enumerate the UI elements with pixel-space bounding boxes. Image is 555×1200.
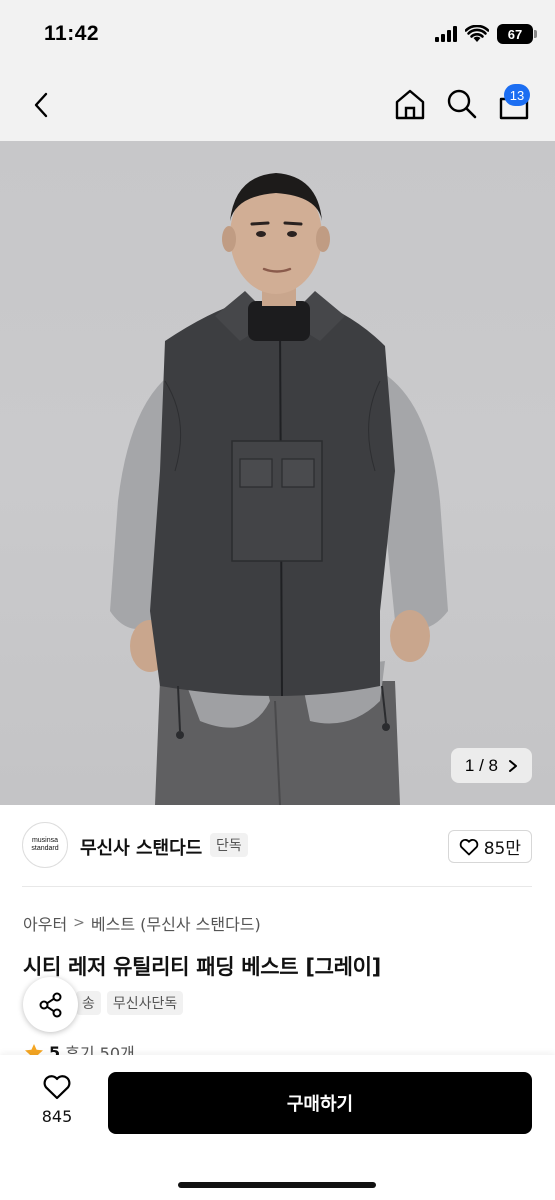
chevron-right-icon <box>509 759 517 772</box>
brand-like-count: 85만 <box>483 839 521 859</box>
cart-count-badge: 13 <box>504 84 530 106</box>
model-illustration <box>110 173 448 805</box>
bottom-bar: 845 구매하기 <box>0 1055 555 1200</box>
image-counter-text: 1 / 8 <box>464 755 498 775</box>
home-indicator <box>178 1182 376 1188</box>
breadcrumb-separator: > <box>73 915 85 931</box>
wishlist-count: 845 <box>41 1107 73 1126</box>
share-button[interactable] <box>23 977 78 1032</box>
brand-logo-line2: standard <box>31 845 59 852</box>
search-icon[interactable] <box>444 86 480 122</box>
chevron-left-icon[interactable] <box>26 88 58 122</box>
status-bar: 11:42 67 <box>0 0 555 70</box>
brand-logo-line1: musinsa <box>31 837 59 844</box>
buy-button[interactable]: 구매하기 <box>108 1072 532 1134</box>
signal-icon <box>435 26 457 42</box>
divider <box>22 886 532 887</box>
product-tags: 송 무신사단독 <box>76 991 184 1015</box>
status-icons: 67 <box>435 24 537 44</box>
brand-name[interactable]: 무신사 스탠다드 <box>80 834 202 860</box>
brand-exclusive-tag: 단독 <box>210 833 248 857</box>
share-icon <box>39 992 61 1017</box>
heart-icon <box>43 1075 71 1100</box>
home-icon[interactable] <box>392 86 428 122</box>
battery-icon: 67 <box>497 24 537 44</box>
brand-like-button[interactable]: 85만 <box>447 830 532 863</box>
product-tag: 무신사단독 <box>106 991 184 1015</box>
breadcrumb: 아우터 > 베스트 (무신사 스탠다드) <box>23 911 261 935</box>
brand-row: musinsa standard 무신사 스탠다드 단독 85만 <box>22 820 532 874</box>
nav-bar: 13 <box>0 70 555 141</box>
heart-icon <box>459 838 478 855</box>
wifi-icon <box>465 25 489 42</box>
product-tag: 송 <box>76 991 101 1015</box>
brand-logo[interactable]: musinsa standard <box>22 822 68 868</box>
wishlist-button[interactable]: 845 <box>32 1073 82 1126</box>
image-counter[interactable]: 1 / 8 <box>450 748 532 783</box>
product-title: 시티 레저 유틸리티 패딩 베스트 [그레이] <box>23 955 381 979</box>
breadcrumb-category[interactable]: 아우터 <box>23 911 67 935</box>
product-image[interactable]: 1 / 8 <box>0 141 555 805</box>
breadcrumb-subcategory[interactable]: 베스트 (무신사 스탠다드) <box>91 911 261 935</box>
status-time: 11:42 <box>44 22 100 45</box>
